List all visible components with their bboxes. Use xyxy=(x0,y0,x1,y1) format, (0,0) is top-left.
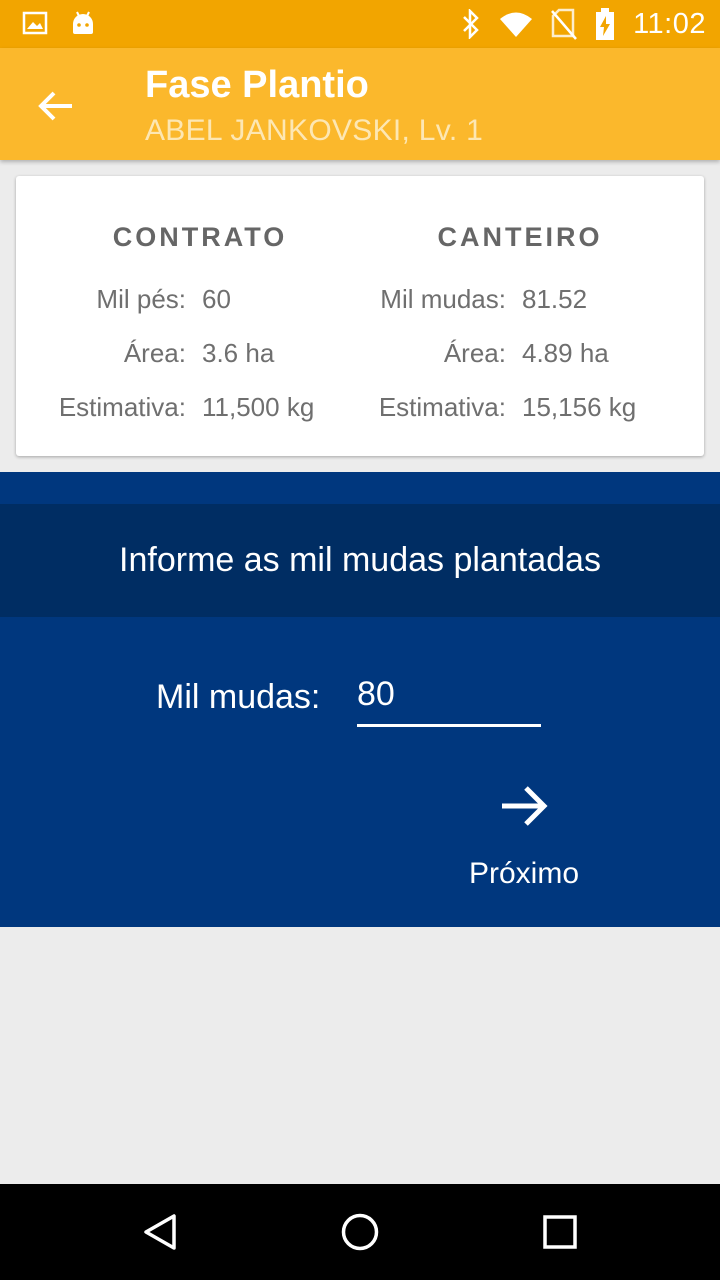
canteiro-title: CANTEIRO xyxy=(437,222,603,252)
navigation-bar xyxy=(0,1184,720,1280)
circle-home-icon xyxy=(340,1213,380,1256)
status-clock: 11:02 xyxy=(633,7,706,40)
page-subtitle: ABEL JANKOVSKI, Lv. 1 xyxy=(145,114,484,147)
nav-back-button[interactable] xyxy=(140,1212,180,1252)
contrato-estimativa-label: Estimativa: xyxy=(58,392,186,422)
summary-card: CONTRATO CANTEIRO Mil pés: 60 Área: 3.6 … xyxy=(16,176,704,456)
android-notification-icon xyxy=(70,10,96,36)
nav-home-button[interactable] xyxy=(340,1212,380,1252)
canteiro-estimativa-value: 15,156 kg xyxy=(522,392,637,422)
bluetooth-icon xyxy=(461,9,481,39)
contrato-area-label: Área: xyxy=(123,338,186,368)
arrow-back-icon xyxy=(32,91,80,134)
app-bar: Fase Plantio ABEL JANKOVSKI, Lv. 1 xyxy=(0,48,720,160)
contrato-area-value: 3.6 ha xyxy=(202,338,275,368)
square-recents-icon xyxy=(540,1215,580,1256)
canteiro-area-label: Área: xyxy=(443,338,506,368)
next-button[interactable]: Próximo xyxy=(452,778,596,908)
mil-mudas-input[interactable] xyxy=(357,668,541,727)
arrow-forward-icon xyxy=(496,778,552,839)
contrato-title: CONTRATO xyxy=(112,222,288,252)
status-bar: 11:02 xyxy=(0,0,720,48)
no-sim-icon xyxy=(551,8,578,40)
triangle-back-icon xyxy=(140,1214,180,1256)
image-notification-icon xyxy=(22,11,48,35)
battery-charging-icon xyxy=(595,8,615,40)
prompt-band: Informe as mil mudas plantadas xyxy=(0,504,720,617)
canteiro-mil-mudas-label: Mil mudas: xyxy=(380,284,506,314)
back-button[interactable] xyxy=(32,82,80,130)
wifi-icon xyxy=(499,10,533,38)
contrato-estimativa-value: 11,500 kg xyxy=(202,392,315,422)
contrato-mil-pes-label: Mil pés: xyxy=(96,284,186,314)
canteiro-mil-mudas-value: 81.52 xyxy=(522,284,588,314)
canteiro-estimativa-label: Estimativa: xyxy=(378,392,506,422)
mil-mudas-field-label: Mil mudas: xyxy=(156,678,321,716)
next-button-label: Próximo xyxy=(468,857,580,890)
page-title: Fase Plantio xyxy=(145,64,369,106)
prompt-text: Informe as mil mudas plantadas xyxy=(119,541,601,579)
contrato-mil-pes-value: 60 xyxy=(202,284,231,314)
nav-recents-button[interactable] xyxy=(540,1212,580,1252)
canteiro-area-value: 4.89 ha xyxy=(522,338,609,368)
input-panel: Informe as mil mudas plantadas Mil mudas… xyxy=(0,472,720,927)
